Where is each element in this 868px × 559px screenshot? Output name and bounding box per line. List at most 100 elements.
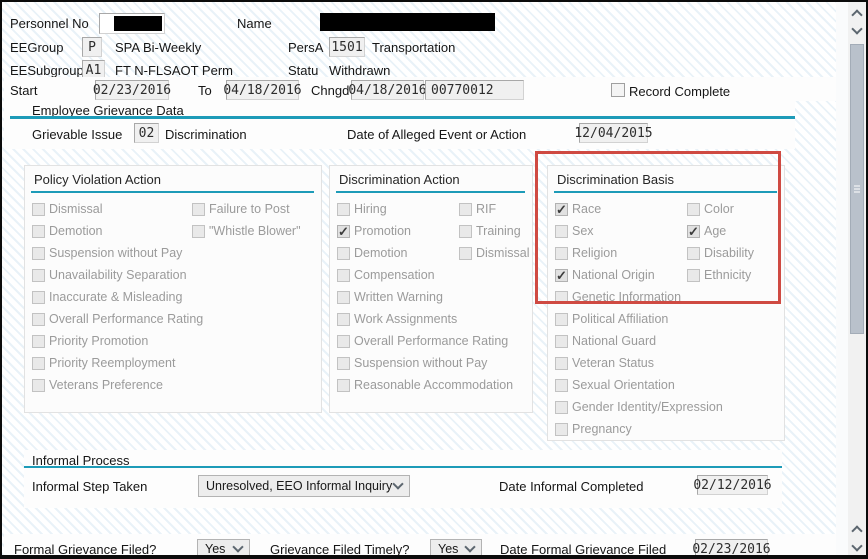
unchecked-checkbox-icon[interactable]	[32, 378, 45, 392]
checkbox-option-promotion[interactable]: ✓ Promotion	[337, 224, 459, 238]
unchecked-checkbox-icon[interactable]	[32, 290, 45, 304]
checkbox-label: Priority Promotion	[49, 334, 149, 348]
checkbox-option-veterans-preference[interactable]: Veterans Preference	[32, 378, 163, 392]
checkbox-option-demotion[interactable]: Demotion	[337, 246, 459, 260]
scrollbar-gutter	[836, 2, 848, 555]
checkbox-option-suspension-without-pay[interactable]: Suspension without Pay	[337, 356, 487, 370]
checkbox-option-training[interactable]: Training	[459, 224, 521, 238]
filed-timely-dropdown[interactable]: Yes	[430, 539, 482, 555]
checkbox-option-inaccurate-misleading[interactable]: Inaccurate & Misleading	[32, 290, 182, 304]
to-date-field[interactable]: 04/18/2016	[223, 80, 302, 100]
checkbox-option-national-guard[interactable]: National Guard	[555, 334, 656, 348]
checkbox-option-dismissal[interactable]: Dismissal	[32, 202, 192, 216]
checkbox-option-suspension-without-pay[interactable]: Suspension without Pay	[32, 246, 182, 260]
unchecked-checkbox-icon[interactable]	[32, 312, 45, 326]
unchecked-checkbox-icon[interactable]	[32, 268, 45, 282]
policy-violation-action-underline	[31, 191, 314, 193]
checkbox-row: Unavailability Separation	[32, 264, 321, 286]
checkbox-row: Demotion Dismissal	[337, 242, 532, 264]
eegroup-field[interactable]: P	[82, 37, 102, 57]
vertical-scrollbar[interactable]	[848, 2, 866, 555]
checkbox-option-pregnancy[interactable]: Pregnancy	[555, 422, 632, 436]
checkbox-row: Veteran Status	[555, 352, 784, 374]
checkbox-option-political-affiliation[interactable]: Political Affiliation	[555, 312, 668, 326]
unchecked-checkbox-icon[interactable]	[555, 356, 568, 370]
checkbox-label: Demotion	[49, 224, 103, 238]
unchecked-checkbox-icon[interactable]	[192, 202, 205, 216]
record-complete-checkbox[interactable]	[611, 83, 625, 97]
checkbox-option-priority-promotion[interactable]: Priority Promotion	[32, 334, 148, 348]
unchecked-checkbox-icon[interactable]	[555, 334, 568, 348]
chngd-user-field[interactable]: 00770012	[425, 80, 524, 100]
chevron-down-icon	[392, 478, 404, 490]
unchecked-checkbox-icon[interactable]	[32, 334, 45, 348]
persa-desc: Transportation	[372, 40, 456, 55]
scroll-up-button[interactable]	[848, 4, 866, 21]
checkbox-label: Reasonable Accommodation	[354, 378, 514, 392]
checkbox-option-rif[interactable]: RIF	[459, 202, 496, 216]
unchecked-checkbox-icon[interactable]	[32, 224, 45, 238]
chevron-down-icon	[464, 541, 476, 553]
alleged-date-field[interactable]: 12/04/2015	[574, 123, 653, 143]
informal-step-dropdown-value: Unresolved, EEO Informal Inquiry	[206, 479, 393, 493]
checkbox-label: Training	[476, 224, 521, 238]
checkbox-option-overall-performance-rating[interactable]: Overall Performance Rating	[337, 334, 508, 348]
unchecked-checkbox-icon[interactable]	[555, 400, 568, 414]
unchecked-checkbox-icon[interactable]	[459, 246, 472, 260]
scroll-up-button-bottom[interactable]	[848, 520, 866, 537]
checkbox-option-sexual-orientation[interactable]: Sexual Orientation	[555, 378, 675, 392]
scroll-down-button-bottom[interactable]	[848, 539, 866, 555]
unchecked-checkbox-icon[interactable]	[555, 378, 568, 392]
checkbox-row: Political Affiliation	[555, 308, 784, 330]
checkbox-label: Gender Identity/Expression	[572, 400, 723, 414]
checkbox-option-demotion[interactable]: Demotion	[32, 224, 192, 238]
grievable-issue-code-field[interactable]: 02	[134, 123, 159, 143]
unchecked-checkbox-icon[interactable]	[337, 356, 350, 370]
checkbox-option-unavailability-separation[interactable]: Unavailability Separation	[32, 268, 187, 282]
checkbox-row: Inaccurate & Misleading	[32, 286, 321, 308]
unchecked-checkbox-icon[interactable]	[555, 312, 568, 326]
unchecked-checkbox-icon[interactable]	[32, 202, 45, 216]
informal-step-dropdown[interactable]: Unresolved, EEO Informal Inquiry	[198, 475, 410, 497]
formal-date-field[interactable]: 02/23/2016	[692, 539, 771, 555]
unchecked-checkbox-icon[interactable]	[32, 356, 45, 370]
unchecked-checkbox-icon[interactable]	[459, 224, 472, 238]
checkbox-option-written-warning[interactable]: Written Warning	[337, 290, 443, 304]
checkbox-row: Dismissal Failure to Post	[32, 198, 321, 220]
checkbox-option-work-assignments[interactable]: Work Assignments	[337, 312, 457, 326]
checkbox-option-priority-reemployment[interactable]: Priority Reemployment	[32, 356, 175, 370]
checkbox-option-hiring[interactable]: Hiring	[337, 202, 459, 216]
informal-date-field[interactable]: 02/12/2016	[693, 475, 772, 495]
checkbox-option-failure-to-post[interactable]: Failure to Post	[192, 202, 290, 216]
unchecked-checkbox-icon[interactable]	[337, 378, 350, 392]
eesubgroup-label: EESubgroup	[10, 63, 84, 78]
unchecked-checkbox-icon[interactable]	[32, 246, 45, 260]
checkbox-option-gender-identity-expression[interactable]: Gender Identity/Expression	[555, 400, 723, 414]
start-date-field[interactable]: 02/23/2016	[93, 80, 171, 100]
unchecked-checkbox-icon[interactable]	[337, 312, 350, 326]
checkbox-option-dismissal[interactable]: Dismissal	[459, 246, 529, 260]
checkbox-row: National Guard	[555, 330, 784, 352]
unchecked-checkbox-icon[interactable]	[337, 268, 350, 282]
persa-field[interactable]: 1501	[329, 37, 365, 57]
checkbox-option-compensation[interactable]: Compensation	[337, 268, 435, 282]
checkbox-option-veteran-status[interactable]: Veteran Status	[555, 356, 654, 370]
unchecked-checkbox-icon[interactable]	[459, 202, 472, 216]
unchecked-checkbox-icon[interactable]	[337, 290, 350, 304]
unchecked-checkbox-icon[interactable]	[192, 224, 205, 238]
unchecked-checkbox-icon[interactable]	[337, 246, 350, 260]
checkbox-row: Overall Performance Rating	[337, 330, 532, 352]
checkbox-label: Pregnancy	[572, 422, 632, 436]
scroll-down-button[interactable]	[848, 22, 866, 39]
formal-filed-dropdown[interactable]: Yes	[197, 539, 250, 555]
checkbox-option-whistle-blower[interactable]: "Whistle Blower"	[192, 224, 301, 238]
checkbox-option-overall-performance-rating[interactable]: Overall Performance Rating	[32, 312, 203, 326]
chngd-date-field[interactable]: 04/18/2016	[348, 80, 427, 100]
checkbox-option-reasonable-accommodation[interactable]: Reasonable Accommodation	[337, 378, 513, 392]
unchecked-checkbox-icon[interactable]	[337, 334, 350, 348]
scrollbar-thumb[interactable]	[850, 44, 864, 334]
unchecked-checkbox-icon[interactable]	[555, 422, 568, 436]
checked-checkbox-icon[interactable]: ✓	[337, 224, 350, 238]
chevron-down-icon	[851, 22, 863, 35]
unchecked-checkbox-icon[interactable]	[337, 202, 350, 216]
